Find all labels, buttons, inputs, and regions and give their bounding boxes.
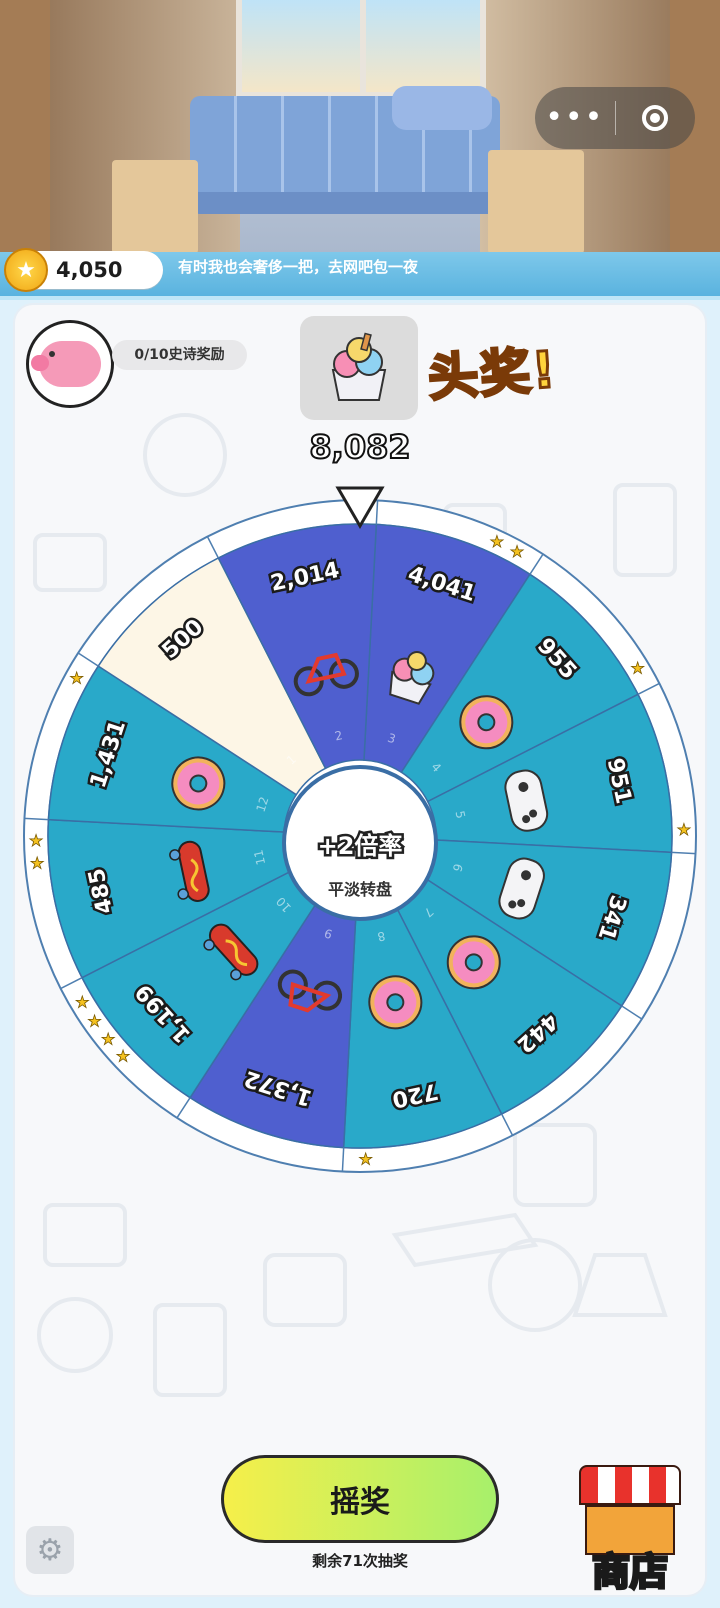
remaining-spins: 剩余71次抽奖 [312, 1552, 408, 1570]
multiplier-text: +2倍率 [318, 832, 403, 860]
star-icon: ★ [87, 1011, 101, 1030]
star-icon: ★ [677, 820, 691, 839]
star-icon: ★ [631, 659, 645, 678]
gear-icon[interactable]: ⚙ [26, 1526, 74, 1574]
prize-wheel[interactable]: 4,04139554 95153416442772081,37291,199104… [0, 0, 720, 1608]
star-icon: ★ [29, 831, 43, 850]
star-icon: ★ [30, 854, 44, 873]
shop-label: 商店 [590, 1549, 669, 1596]
spin-button-label: 摇奖 [330, 1485, 390, 1520]
star-icon: ★ [75, 992, 89, 1011]
shop-button[interactable]: 商店 [575, 1455, 685, 1596]
star-icon: ★ [101, 1029, 115, 1048]
spin-button[interactable]: 摇奖 [221, 1455, 499, 1543]
star-icon: ★ [510, 542, 524, 561]
star-icon: ★ [358, 1149, 372, 1168]
wheel-name: 平淡转盘 [328, 880, 392, 899]
star-icon: ★ [69, 668, 83, 687]
star-icon: ★ [490, 532, 504, 551]
storefront-icon [579, 1465, 681, 1505]
star-icon: ★ [116, 1046, 130, 1065]
